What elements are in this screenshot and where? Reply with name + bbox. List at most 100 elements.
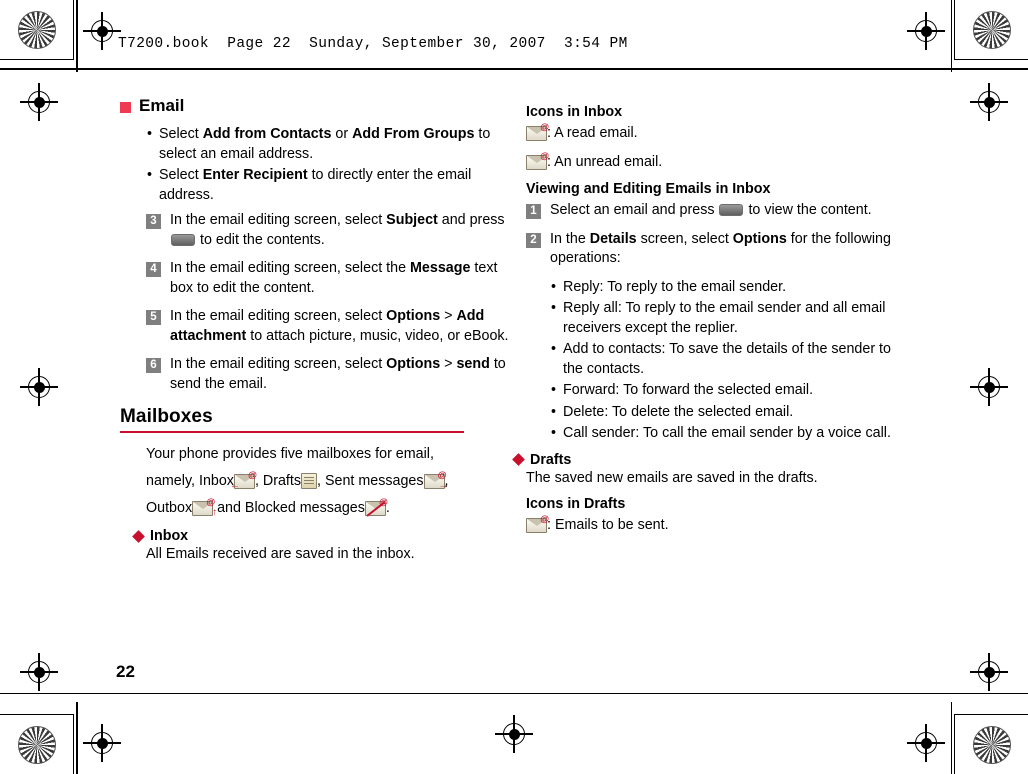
step-body: In the Details screen, select Options fo…	[550, 230, 896, 269]
step-text-pre: In the email editing screen, select the	[170, 260, 411, 276]
mailboxes-intro-line-2: namely, Inbox @ ←, Drafts, Sent messages @ →…	[146, 470, 516, 493]
outbox-envelope-icon: @ ↑	[192, 497, 217, 518]
icon-legend-read-email: @ : A read email.	[526, 122, 896, 144]
crop-line	[950, 702, 952, 774]
section-heading-label: Email	[139, 96, 185, 115]
icon-legend-label: : A read email.	[547, 125, 638, 141]
step-bold: Subject	[386, 212, 438, 228]
corner-registration-swatch-bottom-left	[0, 714, 74, 774]
step-text-pre: Select an email and press	[550, 202, 719, 218]
drafts-notepad-icon	[301, 473, 318, 489]
corner-registration-swatch-top-left	[0, 0, 74, 60]
step-1: 1 Select an email and press to view the …	[526, 201, 896, 221]
step-text-post: to view the content.	[744, 202, 872, 218]
pinwheel-icon	[972, 725, 1011, 764]
step-text-mid: screen, select	[636, 230, 733, 247]
step-number: 2	[526, 232, 541, 248]
heading-icons-in-inbox: Icons in Inbox	[526, 104, 623, 120]
list-item: Call sender: To call the email sender by…	[550, 424, 896, 444]
bullet-bold-1: Enter Recipient	[202, 167, 308, 183]
corner-registration-swatch-top-right	[954, 0, 1028, 60]
mailboxes-text: Outbox	[146, 500, 193, 516]
corner-registration-swatch-bottom-right	[954, 714, 1028, 774]
registration-mark	[83, 724, 121, 762]
address-selection-bullets: Select Add from Contacts or Add From Gro…	[146, 125, 516, 205]
step-number: 5	[146, 310, 161, 325]
step-body: In the email editing screen, select Subj…	[170, 211, 516, 250]
step-number: 4	[146, 262, 161, 277]
page-number: 22	[116, 662, 135, 681]
inbox-envelope-icon: @ ←	[230, 470, 257, 491]
registration-mark	[907, 724, 945, 762]
list-item: Select Enter Recipient to directly enter…	[146, 166, 516, 205]
at-badge-icon: @	[206, 497, 216, 507]
bullet-text-pre: Select	[159, 167, 203, 183]
at-badge-icon: @	[437, 470, 447, 480]
step-body: In the email editing screen, select Opti…	[170, 355, 516, 394]
at-badge-icon: @	[540, 122, 549, 133]
mailboxes-intro-line-3: Outbox @ ↑ and Blocked messages @.	[146, 497, 516, 520]
arrow-out-icon: →	[438, 480, 449, 491]
crop-line	[952, 692, 1028, 694]
step-2: 2 In the Details screen, select Options …	[526, 230, 896, 269]
sent-messages-envelope-icon: @ →	[423, 470, 449, 491]
registration-mark	[495, 715, 533, 753]
step-bold-2: send	[456, 356, 490, 372]
red-diamond-bullet-icon	[512, 453, 525, 466]
crop-line	[950, 0, 952, 72]
step-bold-2: Options	[732, 230, 787, 247]
mailboxes-text: , Sent messages	[317, 473, 424, 489]
footer-rule	[76, 692, 952, 694]
at-badge-icon: @	[540, 514, 549, 525]
step-body: In the email editing screen, select Opti…	[170, 307, 516, 346]
icon-legend-to-be-sent: @ : Emails to be sent.	[526, 514, 896, 536]
bullet-bold-1: Add from Contacts	[202, 126, 332, 142]
step-body: Select an email and press to view the co…	[550, 201, 872, 221]
arrow-out-icon: ↑	[212, 507, 218, 518]
step-text-post: to attach picture, music, video, or eBoo…	[246, 327, 509, 344]
step-text-mid: >	[440, 308, 457, 324]
step-3: 3 In the email editing screen, select Su…	[146, 211, 516, 250]
registration-mark	[970, 368, 1008, 406]
blocked-messages-envelope-icon: @	[364, 498, 388, 516]
step-bold: Details	[589, 230, 637, 247]
mailboxes-intro-line-1: Your phone provides five mailboxes for e…	[146, 446, 434, 462]
step-text-pre: In the email editing screen, select	[170, 356, 387, 372]
list-item: Add to contacts: To save the details of …	[550, 340, 896, 379]
step-bold: Options	[386, 308, 441, 324]
running-header: T7200.book Page 22 Sunday, September 30,…	[118, 36, 628, 52]
heading-icons-in-drafts: Icons in Drafts	[526, 496, 626, 512]
draft-email-icon: @	[526, 514, 549, 534]
softkey-button-icon	[719, 204, 744, 216]
step-5: 5 In the email editing screen, select Op…	[146, 307, 516, 346]
crop-line	[0, 692, 76, 694]
inbox-description: All Emails received are saved in the inb…	[146, 546, 415, 562]
bullet-text-pre: Select	[159, 126, 203, 142]
step-text-post: to edit the contents.	[196, 231, 325, 248]
pinwheel-icon	[17, 10, 56, 49]
options-operations-list: Reply: To reply to the email sender. Rep…	[550, 278, 896, 444]
at-badge-icon: @	[248, 470, 257, 480]
step-bold: Options	[386, 356, 441, 372]
section-heading-email: Email	[120, 96, 516, 116]
at-badge-icon: @	[540, 150, 549, 161]
left-column: Email Select Add from Contacts or Add Fr…	[120, 96, 516, 569]
heading-viewing-editing-emails: Viewing and Editing Emails in Inbox	[526, 181, 771, 197]
step-6: 6 In the email editing screen, select Op…	[146, 355, 516, 394]
step-number: 6	[146, 358, 161, 373]
list-item: Delete: To delete the selected email.	[550, 403, 896, 423]
crop-line	[0, 68, 76, 70]
step-number: 3	[146, 214, 161, 229]
softkey-button-icon	[171, 233, 195, 246]
step-bold: Message	[410, 260, 471, 276]
subsection-heading-label: Inbox	[150, 528, 189, 544]
registration-mark	[20, 653, 58, 691]
list-item: Select Add from Contacts or Add From Gro…	[146, 125, 516, 164]
step-4: 4 In the email editing screen, select th…	[146, 259, 516, 298]
registration-mark	[970, 653, 1008, 691]
subsection-heading-drafts: Drafts	[512, 451, 896, 468]
icon-legend-label: : An unread email.	[547, 153, 663, 170]
registration-mark	[970, 83, 1008, 121]
subsection-heading-label: Drafts	[530, 451, 572, 468]
slash-overlay-icon	[364, 499, 390, 520]
